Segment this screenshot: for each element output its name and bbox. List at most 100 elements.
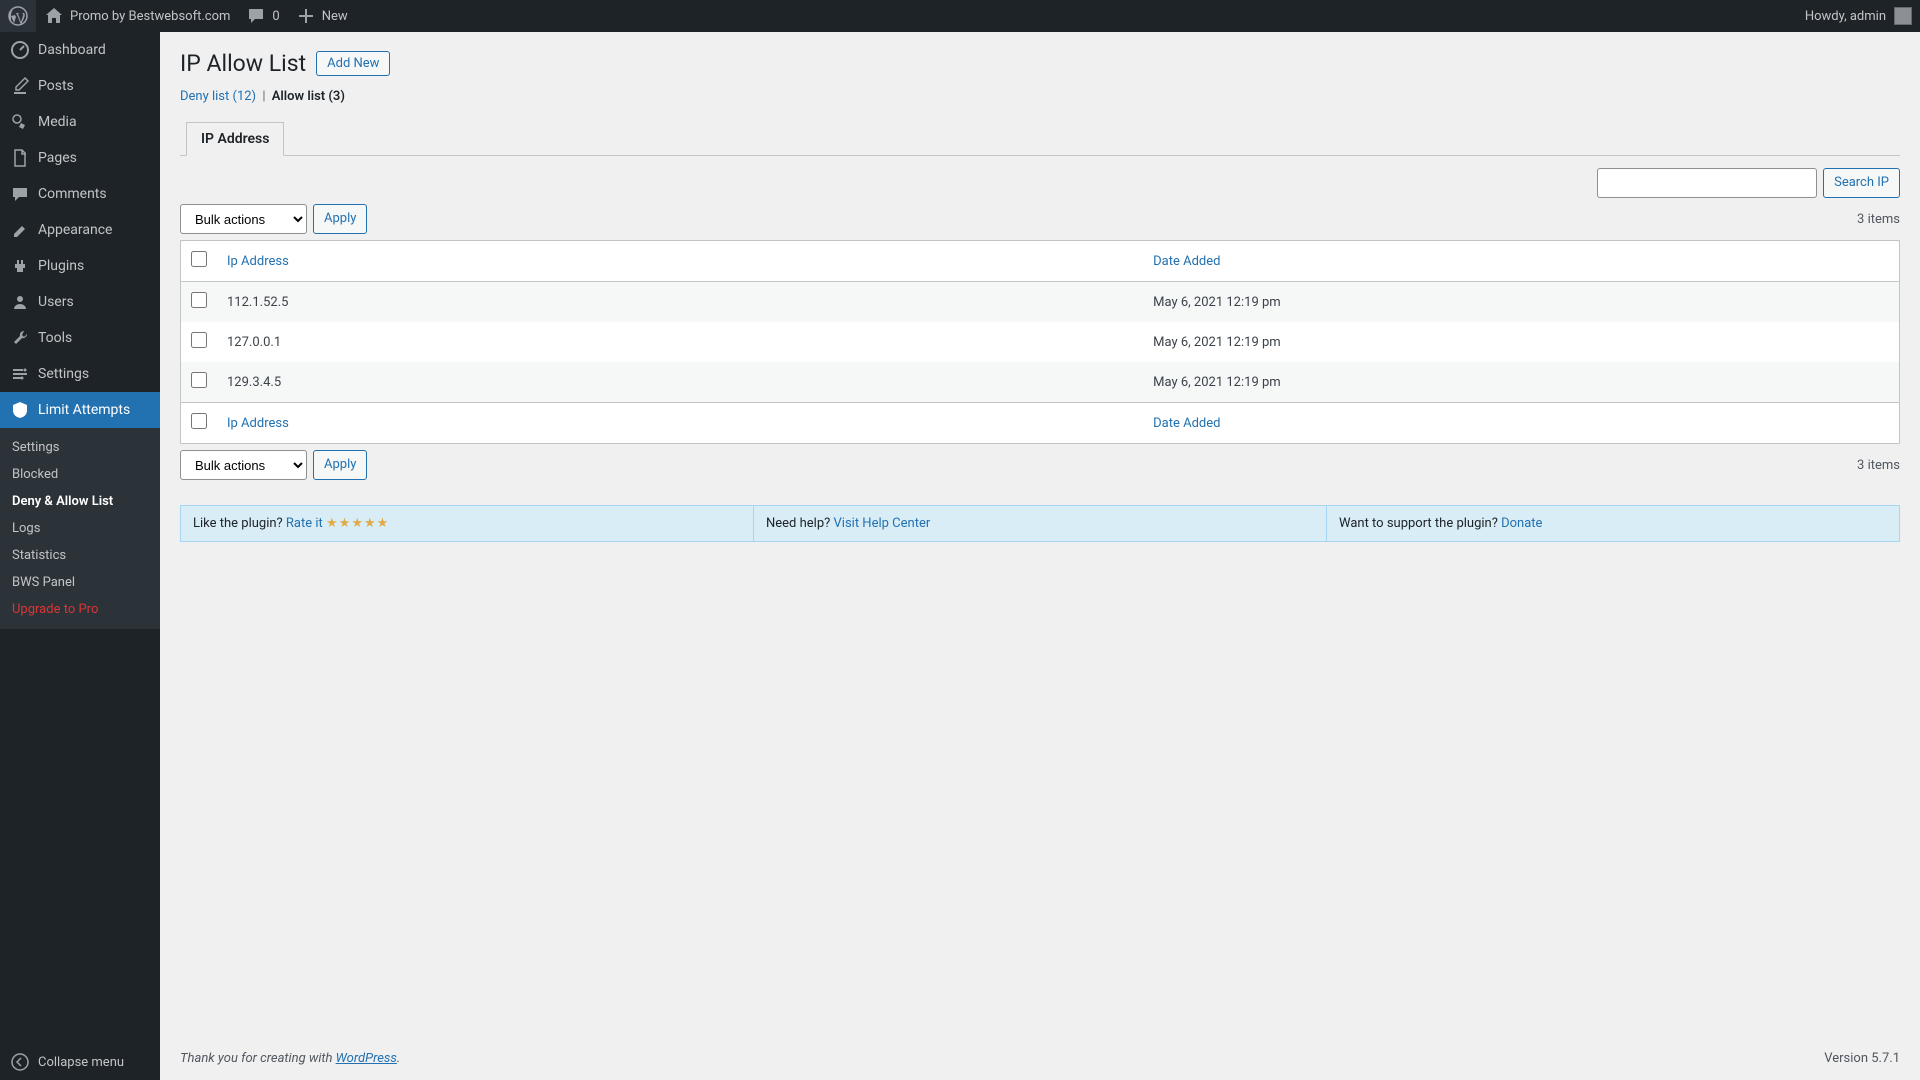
allow-list-current: Allow list (3) — [272, 89, 345, 104]
sidebar-item-pages[interactable]: Pages — [0, 140, 160, 176]
collapse-menu-button[interactable]: Collapse menu — [0, 1044, 160, 1080]
donate-link[interactable]: Donate — [1501, 516, 1542, 531]
bulk-actions-select-bottom[interactable]: Bulk actions — [180, 450, 307, 480]
sidebar-item-users[interactable]: Users — [0, 284, 160, 320]
comment-icon — [246, 6, 266, 26]
items-count-bottom: 3 items — [1857, 458, 1900, 473]
rate-link[interactable]: Rate it — [286, 516, 323, 531]
column-date-header[interactable]: Date Added — [1153, 254, 1220, 269]
cell-date: May 6, 2021 12:19 pm — [1143, 282, 1899, 323]
promo-help: Need help? Visit Help Center — [753, 506, 1326, 541]
star-icons: ★★★★★ — [326, 516, 389, 531]
submenu-item-upgrade[interactable]: Upgrade to Pro — [0, 596, 160, 623]
apply-button-bottom[interactable]: Apply — [313, 450, 367, 480]
items-count-top: 3 items — [1857, 212, 1900, 227]
row-checkbox[interactable] — [191, 292, 207, 308]
posts-icon — [10, 76, 30, 96]
submenu-item-bws-panel[interactable]: BWS Panel — [0, 569, 160, 596]
new-content-link[interactable]: New — [288, 0, 356, 32]
list-filter-links: Deny list (12) | Allow list (3) — [180, 89, 1900, 104]
cell-ip: 129.3.4.5 — [217, 362, 1143, 403]
page-title: IP Allow List — [180, 50, 306, 77]
plugins-icon — [10, 256, 30, 276]
select-all-bottom-checkbox[interactable] — [191, 413, 207, 429]
howdy-label: Howdy, admin — [1805, 9, 1886, 24]
wp-logo[interactable] — [0, 0, 36, 32]
users-icon — [10, 292, 30, 312]
add-new-button[interactable]: Add New — [316, 51, 390, 76]
media-icon — [10, 112, 30, 132]
submenu-item-settings[interactable]: Settings — [0, 434, 160, 461]
sidebar-item-label: Plugins — [38, 258, 84, 274]
cell-date: May 6, 2021 12:19 pm — [1143, 362, 1899, 403]
sidebar-item-dashboard[interactable]: Dashboard — [0, 32, 160, 68]
pages-icon — [10, 148, 30, 168]
tab-ip-address[interactable]: IP Address — [186, 122, 284, 156]
collapse-icon — [10, 1052, 30, 1072]
cell-ip: 112.1.52.5 — [217, 282, 1143, 323]
cell-ip: 127.0.0.1 — [217, 322, 1143, 362]
search-button[interactable]: Search IP — [1823, 168, 1900, 198]
new-label: New — [322, 9, 348, 24]
comments-icon — [10, 184, 30, 204]
row-checkbox[interactable] — [191, 332, 207, 348]
column-ip-header[interactable]: Ip Address — [227, 254, 289, 269]
sidebar-item-posts[interactable]: Posts — [0, 68, 160, 104]
help-link[interactable]: Visit Help Center — [834, 516, 931, 531]
row-checkbox[interactable] — [191, 372, 207, 388]
table-row: 129.3.4.5 May 6, 2021 12:19 pm — [181, 362, 1900, 403]
sidebar-item-label: Users — [38, 294, 74, 310]
comments-link[interactable]: 0 — [238, 0, 287, 32]
sidebar-item-tools[interactable]: Tools — [0, 320, 160, 356]
sidebar-item-label: Media — [38, 114, 77, 130]
footer-thanks: Thank you for creating with WordPress. — [180, 1051, 400, 1066]
apply-button-top[interactable]: Apply — [313, 204, 367, 234]
footer-version: Version 5.7.1 — [1824, 1051, 1900, 1066]
deny-list-link[interactable]: Deny list (12) — [180, 89, 256, 104]
submenu-item-statistics[interactable]: Statistics — [0, 542, 160, 569]
column-ip-footer[interactable]: Ip Address — [227, 416, 289, 431]
search-input[interactable] — [1597, 168, 1817, 198]
submenu-item-blocked[interactable]: Blocked — [0, 461, 160, 488]
tools-icon — [10, 328, 30, 348]
cell-date: May 6, 2021 12:19 pm — [1143, 322, 1899, 362]
promo-donate: Want to support the plugin? Donate — [1326, 506, 1899, 541]
sidebar-item-label: Limit Attempts — [38, 402, 130, 418]
sidebar-item-comments[interactable]: Comments — [0, 176, 160, 212]
comments-count-label: 0 — [272, 9, 279, 24]
table-row: 112.1.52.5 May 6, 2021 12:19 pm — [181, 282, 1900, 323]
table-row: 127.0.0.1 May 6, 2021 12:19 pm — [181, 322, 1900, 362]
select-all-top-checkbox[interactable] — [191, 251, 207, 267]
submenu-item-deny-allow[interactable]: Deny & Allow List — [0, 488, 160, 515]
dashboard-icon — [10, 40, 30, 60]
submenu-limit-attempts: Settings Blocked Deny & Allow List Logs … — [0, 428, 160, 629]
sidebar-item-label: Tools — [38, 330, 72, 346]
my-account-link[interactable]: Howdy, admin — [1797, 0, 1920, 32]
sidebar-item-limit-attempts[interactable]: Limit Attempts — [0, 392, 160, 428]
submenu-item-logs[interactable]: Logs — [0, 515, 160, 542]
appearance-icon — [10, 220, 30, 240]
settings-icon — [10, 364, 30, 384]
home-icon — [44, 6, 64, 26]
separator: | — [262, 89, 265, 104]
sidebar-item-settings[interactable]: Settings — [0, 356, 160, 392]
sidebar-item-label: Comments — [38, 186, 107, 202]
bulk-actions-select-top[interactable]: Bulk actions — [180, 204, 307, 234]
sidebar-item-label: Settings — [38, 366, 89, 382]
sidebar-item-label: Appearance — [38, 222, 112, 238]
site-name-link[interactable]: Promo by Bestwebsoft.com — [36, 0, 238, 32]
collapse-label: Collapse menu — [38, 1055, 124, 1070]
sidebar-item-appearance[interactable]: Appearance — [0, 212, 160, 248]
sidebar-item-label: Dashboard — [38, 42, 106, 58]
promo-rate: Like the plugin? Rate it ★★★★★ — [181, 506, 753, 541]
avatar — [1894, 7, 1912, 25]
sidebar-item-label: Pages — [38, 150, 77, 166]
wordpress-icon — [8, 6, 28, 26]
wordpress-link[interactable]: WordPress — [336, 1051, 397, 1066]
site-name-label: Promo by Bestwebsoft.com — [70, 9, 230, 24]
sidebar-item-plugins[interactable]: Plugins — [0, 248, 160, 284]
sidebar-item-media[interactable]: Media — [0, 104, 160, 140]
shield-icon — [10, 400, 30, 420]
column-date-footer[interactable]: Date Added — [1153, 416, 1220, 431]
plus-icon — [296, 6, 316, 26]
